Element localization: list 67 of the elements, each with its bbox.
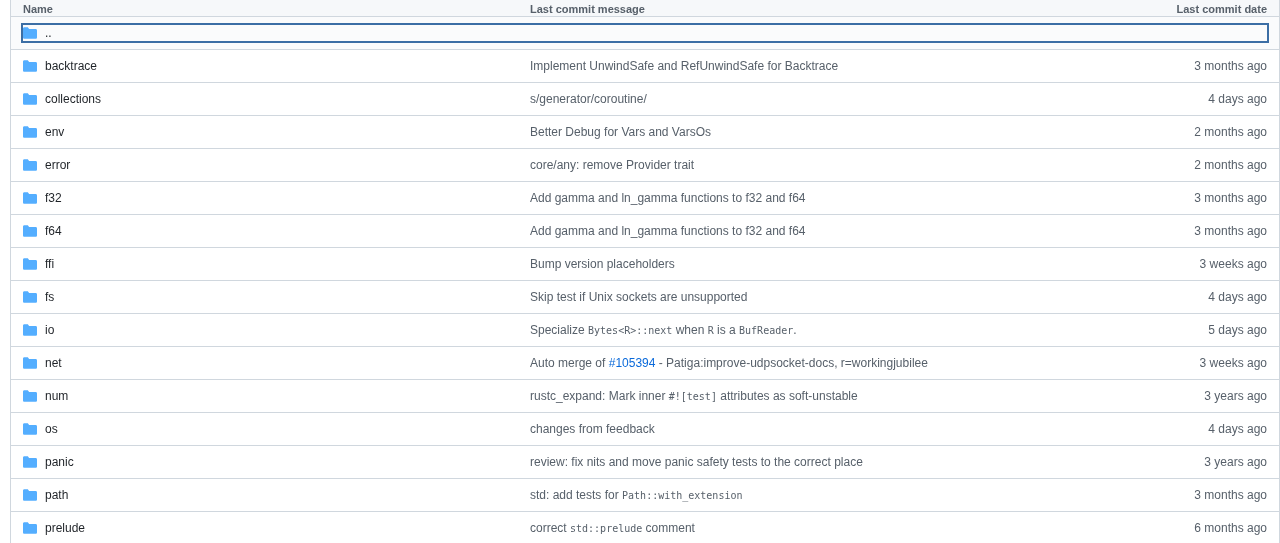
column-header: Last commit date [1175,3,1267,16]
commit-date: 4 days ago [1207,422,1267,436]
commit-message: correct std::prelude comment [530,521,696,535]
folder-icon [23,390,37,402]
commit-date: 3 months ago [1193,224,1267,238]
folder-icon [23,456,37,468]
folder-name-link[interactable]: env [45,125,65,139]
commit-date: 4 days ago [1207,92,1267,106]
folder-icon [23,324,37,336]
parent-directory-row[interactable]: .. [11,17,1279,50]
folder-icon [23,522,37,534]
commit-message: Skip test if Unix sockets are unsupported [530,290,749,304]
commit-message: std: add tests for Path::with_extension [530,488,744,502]
folder-name-link[interactable]: net [45,356,62,370]
folder-icon [23,159,37,171]
commit-date: 4 days ago [1207,290,1267,304]
folder-icon [23,357,37,369]
folder-icon [23,192,37,204]
commit-date: 3 years ago [1203,455,1267,469]
commit-message: Auto merge of #105394 - Patiga:improve-udpsocket-docs, r=workingjubilee [530,356,929,370]
column-header: Name [23,3,54,16]
column-header: Last commit message [530,3,646,16]
folder-icon [23,60,37,72]
commit-message: Add gamma and ln_gamma functions to f32 and f64 [530,191,807,205]
folder-icon [23,27,37,39]
parent-directory-link[interactable]: .. [45,26,52,40]
commit-date: 2 months ago [1193,125,1267,139]
folder-name-link[interactable]: path [45,488,69,502]
folder-name-link[interactable]: error [45,158,71,172]
folder-name-link[interactable]: io [45,323,55,337]
commit-message: s/generator/coroutine/ [530,92,648,106]
commit-date: 3 months ago [1193,488,1267,502]
commit-message: Bump version placeholders [530,257,676,271]
folder-name-link[interactable]: f64 [45,224,62,238]
commit-message: rustc_expand: Mark inner #![test] attributes as soft-unstable [530,389,859,403]
folder-name-link[interactable]: ffi [45,257,55,271]
folder-name-link[interactable]: panic [45,455,74,469]
folder-icon [23,489,37,501]
commit-date: 3 months ago [1193,191,1267,205]
folder-icon [23,258,37,270]
folder-name-link[interactable]: os [45,422,58,436]
commit-date: 6 months ago [1193,521,1267,535]
commit-date: 2 months ago [1193,158,1267,172]
commit-message: core/any: remove Provider trait [530,158,696,172]
folder-name-link[interactable]: f32 [45,191,62,205]
commit-message: Implement UnwindSafe and RefUnwindSafe for Backtrace [530,59,840,73]
commit-message: Specialize Bytes<R>::next when R is a BufReader. [530,323,798,337]
commit-date: 3 weeks ago [1198,356,1267,370]
folder-icon [23,93,37,105]
folder-name-link[interactable]: fs [45,290,55,304]
commit-message: review: fix nits and move panic safety tests to the correct place [530,455,864,469]
folder-icon [23,423,37,435]
commit-date: 5 days ago [1207,323,1267,337]
folder-name-link[interactable]: prelude [45,521,86,535]
folder-icon [23,225,37,237]
commit-date: 3 months ago [1193,59,1267,73]
commit-message: changes from feedback [530,422,656,436]
folder-name-link[interactable]: num [45,389,69,403]
folder-icon [23,291,37,303]
folder-name-link[interactable]: backtrace [45,59,98,73]
commit-message: Better Debug for Vars and VarsOs [530,125,712,139]
commit-date: 3 years ago [1203,389,1267,403]
pull-request-link[interactable]: #105394 [608,356,656,370]
commit-message: Add gamma and ln_gamma functions to f32 and f64 [530,224,807,238]
folder-icon [23,126,37,138]
folder-name-link[interactable]: collections [45,92,102,106]
commit-date: 3 weeks ago [1198,257,1267,271]
